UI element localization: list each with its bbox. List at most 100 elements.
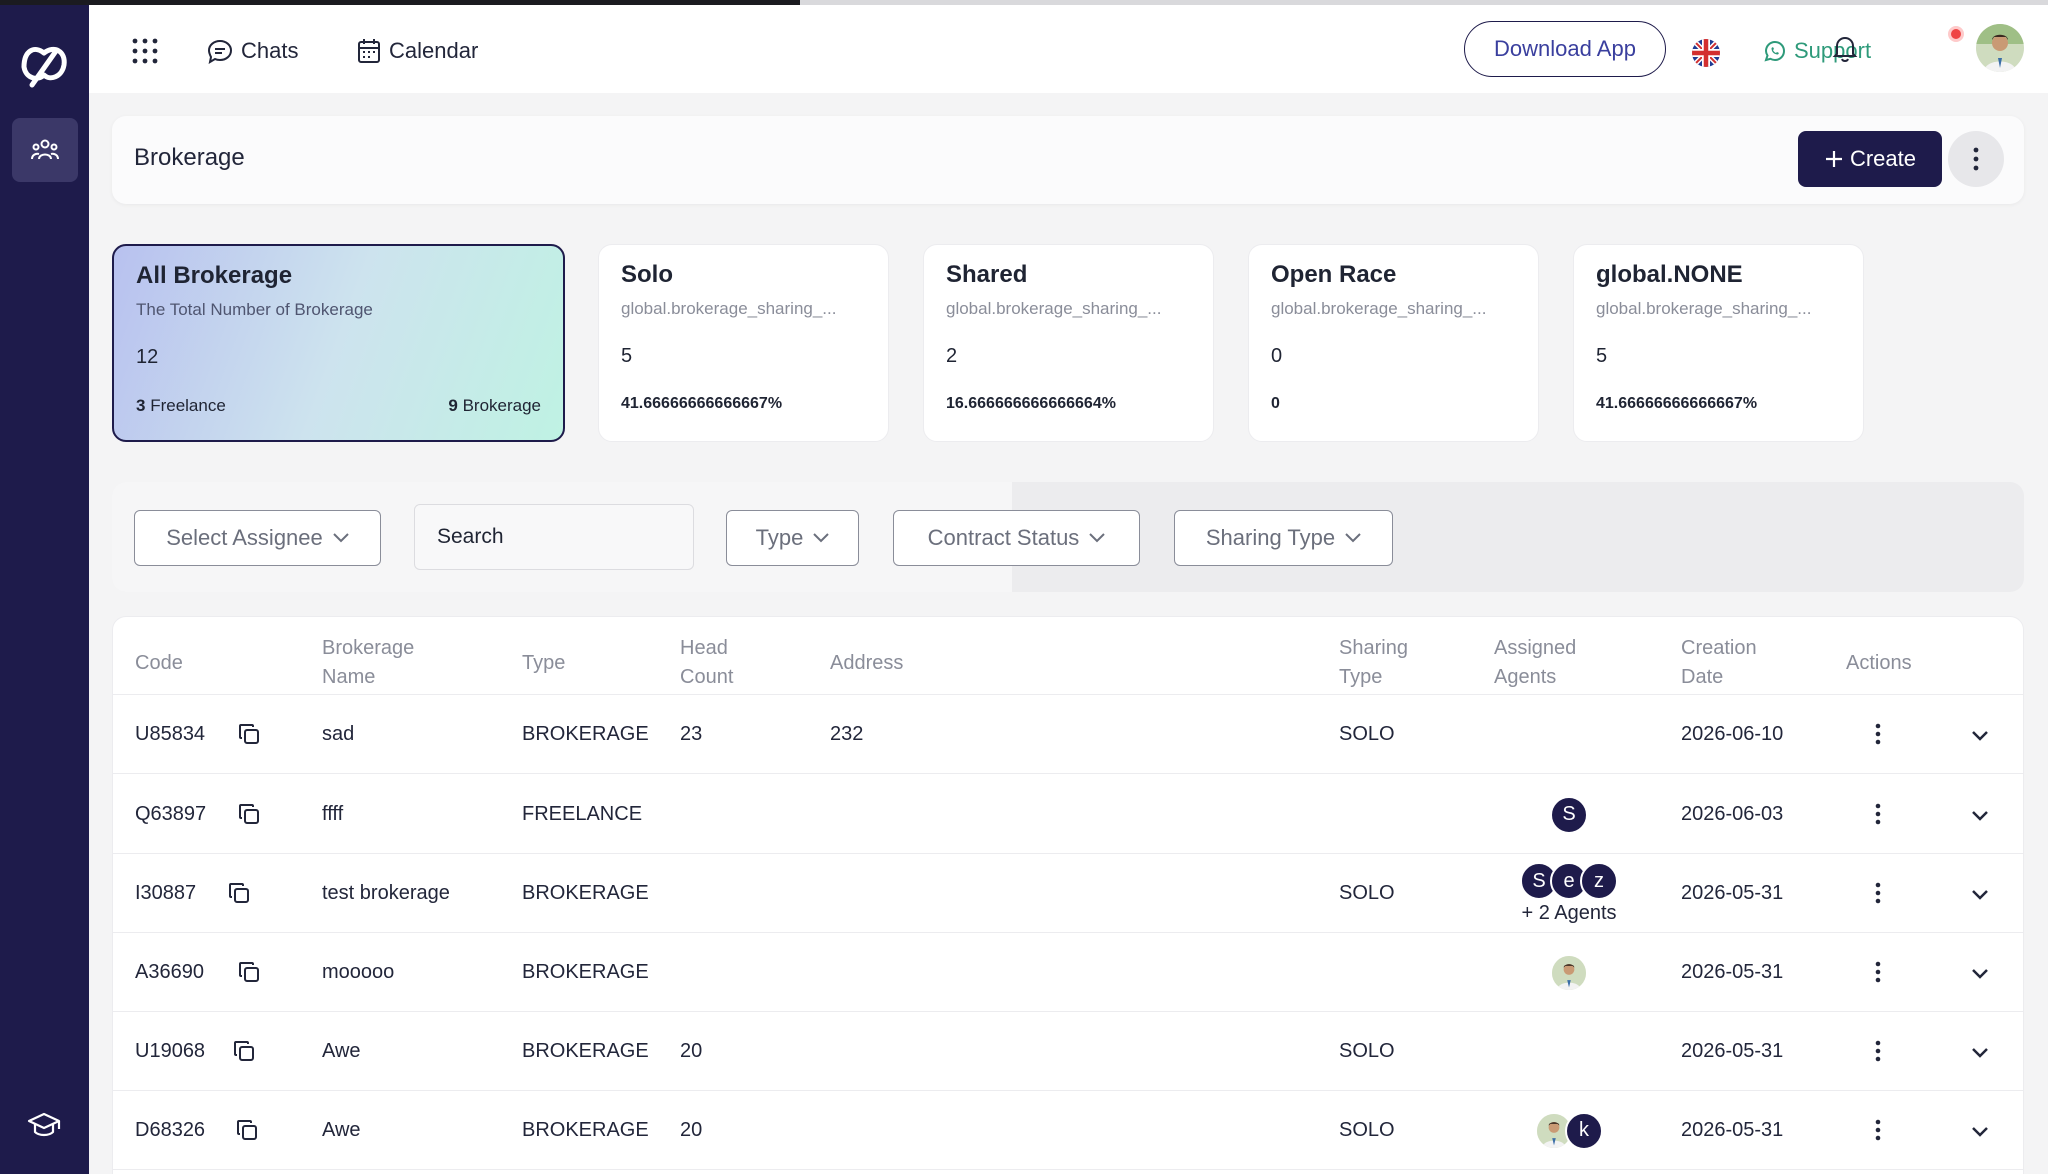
stat-subtitle: global.brokerage_sharing_... <box>621 299 837 318</box>
cell-sharing: SOLO <box>1339 1119 1395 1141</box>
stat-card-all[interactable]: All Brokerage The Total Number of Broker… <box>112 244 565 442</box>
filter-bar: Select Assignee Type Contract Status Sha… <box>112 482 2024 592</box>
agent-avatar[interactable]: z <box>1580 862 1618 900</box>
cell-agents: S e z + 2 Agents <box>1494 854 1644 933</box>
expand-chevron-icon[interactable] <box>1966 880 1994 908</box>
type-select[interactable]: Type <box>726 510 859 566</box>
col-code[interactable]: Code <box>135 625 183 701</box>
cell-type: BROKERAGE <box>522 961 649 983</box>
sharing-type-select-label: Sharing Type <box>1205 525 1336 550</box>
cell-head-count: 23 <box>680 723 703 745</box>
stat-card-solo[interactable]: Solo global.brokerage_sharing_... 5 41.6… <box>598 244 889 442</box>
col-address[interactable]: Address <box>830 625 903 701</box>
stat-card-shared[interactable]: Shared global.brokerage_sharing_... 2 16… <box>923 244 1214 442</box>
col-sharing-type-line2: Type <box>1339 666 1383 688</box>
cell-head-count: 20 <box>680 1040 703 1062</box>
assignee-select[interactable]: Select Assignee <box>134 510 381 566</box>
stat-card-open-race[interactable]: Open Race global.brokerage_sharing_... 0… <box>1248 244 1539 442</box>
sidebar <box>0 5 89 1174</box>
col-head-count-line1: Head <box>680 637 728 659</box>
stat-title: All Brokerage <box>136 262 293 289</box>
bell-icon[interactable] <box>1830 33 1860 63</box>
cell-sharing: SOLO <box>1339 1040 1395 1062</box>
col-head-count-line2: Count <box>680 666 734 688</box>
copy-icon[interactable] <box>237 722 261 746</box>
table-row[interactable]: I30887 test brokerage BROKERAGE SOLO S e… <box>113 854 2023 933</box>
row-actions-button[interactable] <box>1863 719 1893 749</box>
more-agents-label[interactable]: + 2 Agents <box>1521 902 1616 925</box>
kebab-icon <box>1875 961 1881 983</box>
copy-icon[interactable] <box>237 802 261 826</box>
stat-count: 2 <box>946 345 958 367</box>
plus-icon <box>1825 151 1842 167</box>
stat-percent: 0 <box>1271 395 1280 412</box>
copy-icon[interactable] <box>227 881 251 905</box>
stat-count: 5 <box>1596 345 1608 367</box>
agent-avatar[interactable]: k <box>1565 1111 1603 1150</box>
create-button[interactable]: Create <box>1798 131 1942 187</box>
col-creation-date[interactable]: Creation Date <box>1681 625 1757 701</box>
freelance-count: 3 <box>136 396 146 415</box>
page-title: Brokerage <box>134 144 245 171</box>
expand-chevron-icon[interactable] <box>1966 1117 1994 1145</box>
stat-subtitle: global.brokerage_sharing_... <box>1271 299 1487 318</box>
sidebar-item-brokerage[interactable] <box>12 118 78 182</box>
col-actions: Actions <box>1846 651 1912 674</box>
contract-status-select[interactable]: Contract Status <box>893 510 1140 566</box>
user-avatar[interactable] <box>1976 24 2024 72</box>
app-logo[interactable] <box>14 37 74 97</box>
col-sharing-type[interactable]: Sharing Type <box>1339 625 1408 701</box>
cell-name: test brokerage <box>322 882 450 904</box>
row-actions-button[interactable] <box>1863 1036 1893 1066</box>
more-options-button[interactable] <box>1948 131 2004 187</box>
nav-chats[interactable]: Chats <box>207 33 298 69</box>
sidebar-item-academy[interactable] <box>24 1109 64 1141</box>
cell-name: ffff <box>322 803 344 825</box>
cell-name: sad <box>322 723 355 745</box>
row-actions-button[interactable] <box>1863 878 1893 908</box>
stat-title: Shared <box>946 261 1028 288</box>
search-input[interactable] <box>414 504 694 570</box>
table-row[interactable]: U19068 Awe BROKERAGE 20 SOLO 2026-05-31 <box>113 1012 2023 1091</box>
table-row[interactable]: Q63897 ffff FREELANCE S 2026-06-03 <box>113 775 2023 854</box>
copy-icon[interactable] <box>235 1118 259 1142</box>
apps-grid-icon[interactable] <box>131 37 159 65</box>
expand-chevron-icon[interactable] <box>1966 801 1994 829</box>
row-actions-button[interactable] <box>1863 1115 1893 1145</box>
create-button-label: Create <box>1849 146 1917 171</box>
col-type[interactable]: Type <box>522 625 565 701</box>
nav-calendar[interactable]: Calendar <box>357 33 478 69</box>
agent-avatar[interactable]: S <box>1550 795 1588 834</box>
row-actions-button[interactable] <box>1863 799 1893 829</box>
stat-title: Open Race <box>1271 261 1397 288</box>
cell-sharing: SOLO <box>1339 882 1395 904</box>
table-row[interactable]: D68326 Awe BROKERAGE 20 SOLO k 2026-05-3… <box>113 1091 2023 1170</box>
sharing-type-select[interactable]: Sharing Type <box>1174 510 1393 566</box>
brokerage-table: Code Brokerage Name Type Head Count Addres… <box>112 616 2024 1174</box>
copy-icon[interactable] <box>237 960 261 984</box>
chevron-down-icon <box>333 533 349 543</box>
expand-chevron-icon[interactable] <box>1966 1038 1994 1066</box>
download-app-button[interactable]: Download App <box>1464 21 1666 77</box>
row-actions-button[interactable] <box>1863 957 1893 987</box>
col-assigned-agents[interactable]: Assigned Agents <box>1494 625 1576 701</box>
kebab-icon <box>1973 147 1979 171</box>
kebab-icon <box>1875 723 1881 745</box>
col-brokerage-name[interactable]: Brokerage Name <box>322 625 414 701</box>
table-row[interactable]: U85834 sad BROKERAGE 23 232 SOLO 2026-06… <box>113 695 2023 774</box>
col-head-count[interactable]: Head Count <box>680 625 733 701</box>
cell-date: 2026-05-31 <box>1681 1119 1784 1141</box>
stat-title: global.NONE <box>1596 261 1743 288</box>
table-row[interactable]: A36690 mooooo BROKERAGE 2026-05-31 <box>113 933 2023 1012</box>
uk-flag-icon[interactable] <box>1692 39 1720 67</box>
stat-card-none[interactable]: global.NONE global.brokerage_sharing_...… <box>1573 244 1864 442</box>
copy-icon[interactable] <box>232 1039 256 1063</box>
expand-chevron-icon[interactable] <box>1966 721 1994 749</box>
col-brokerage-name-line2: Name <box>322 666 376 688</box>
cell-code: Q63897 <box>135 803 207 825</box>
agent-avatars: S e z <box>1520 862 1618 900</box>
agent-photo-avatar[interactable] <box>1550 953 1588 992</box>
col-assigned-agents-line1: Assigned <box>1494 637 1577 659</box>
stat-brokerage: 9 Brokerage <box>448 396 541 416</box>
expand-chevron-icon[interactable] <box>1966 959 1994 987</box>
